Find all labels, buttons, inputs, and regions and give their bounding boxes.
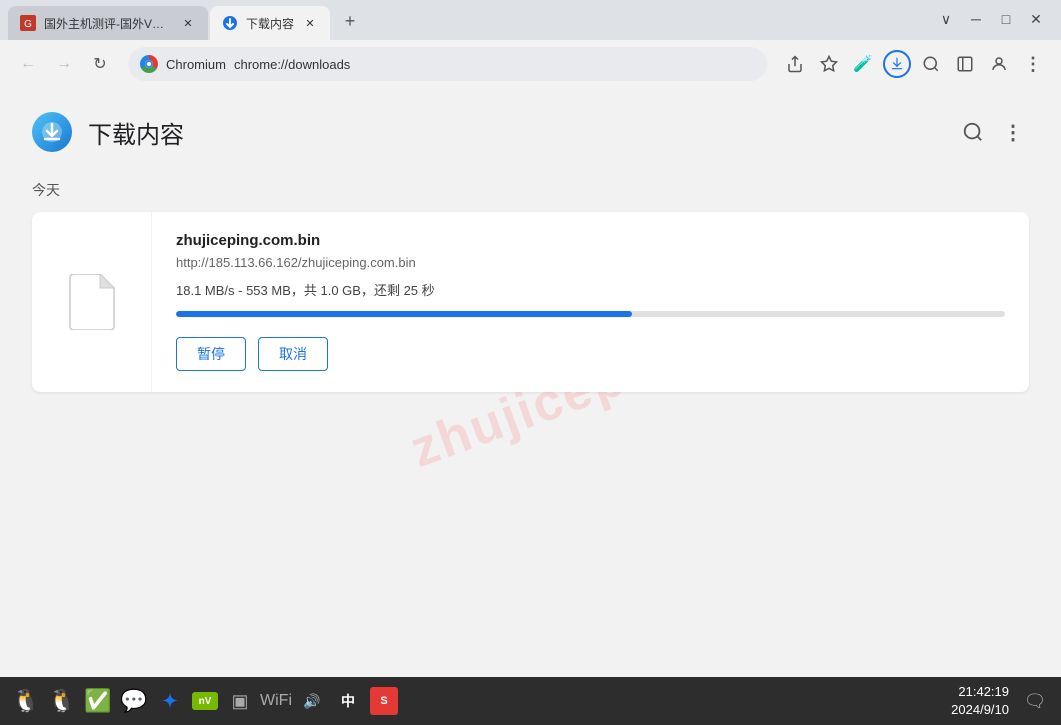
url-text: chrome://downloads <box>234 57 755 72</box>
svg-text:G: G <box>24 19 32 30</box>
minimize-button[interactable]: ─ <box>967 10 985 28</box>
taskbar-icon-sogou[interactable]: S <box>370 687 398 715</box>
section-today-label: 今天 <box>32 180 1029 200</box>
address-bar[interactable]: Chromium chrome://downloads <box>128 47 767 81</box>
tab-inactive-1[interactable]: G 国外主机测评-国外VPS、国... ✕ <box>8 6 208 40</box>
tab1-title: 国外主机测评-国外VPS、国... <box>44 15 172 32</box>
notification-button[interactable]: 🗨 <box>1021 687 1049 715</box>
taskbar-icon-input[interactable]: 中 <box>334 687 362 715</box>
taskbar-icon-penguin1[interactable]: 🐧 <box>12 687 40 715</box>
download-card-content: zhujiceping.com.bin http://185.113.66.16… <box>152 212 1029 392</box>
downloads-page: zhujiceping.com 下载内容 ⋮ 今天 <box>0 88 1061 677</box>
tab-group: G 国外主机测评-国外VPS、国... ✕ 下载内容 ✕ + <box>0 6 921 40</box>
taskbar-icon-nvidia[interactable]: nV <box>192 692 218 710</box>
search-downloads-button[interactable] <box>957 116 989 148</box>
profile-button[interactable] <box>983 48 1015 80</box>
taskbar-icon-bluetooth[interactable]: ✦ <box>156 687 184 715</box>
tab2-favicon <box>222 15 238 31</box>
taskbar-icon-penguin2[interactable]: 🐧 <box>48 687 76 715</box>
taskbar-icon-volume[interactable]: 🔊 <box>298 687 326 715</box>
title-bar: G 国外主机测评-国外VPS、国... ✕ 下载内容 ✕ + ∨ ─ □ ✕ <box>0 0 1061 40</box>
bookmark-button[interactable] <box>813 48 845 80</box>
tab-active-2[interactable]: 下载内容 ✕ <box>210 6 330 40</box>
pause-button[interactable]: 暂停 <box>176 337 246 371</box>
downloads-more-button[interactable]: ⋮ <box>997 116 1029 148</box>
share-button[interactable] <box>779 48 811 80</box>
taskbar-left: 🐧 🐧 ✅ 💬 ✦ nV ▣ WiFi 🔊 中 S <box>12 687 398 715</box>
refresh-button[interactable]: ↻ <box>84 48 116 80</box>
download-status: 18.1 MB/s - 553 MB，共 1.0 GB，还剩 25 秒 <box>176 280 1005 299</box>
download-url: http://185.113.66.162/zhujiceping.com.bi… <box>176 255 1005 270</box>
download-actions: 暂停 取消 <box>176 337 1005 371</box>
restore-button[interactable]: □ <box>997 10 1015 28</box>
tab1-favicon: G <box>20 15 36 31</box>
taskbar-icon-chat[interactable]: 💬 <box>120 687 148 715</box>
cancel-button[interactable]: 取消 <box>258 337 328 371</box>
toolbar-actions: 🧪 ⋮ <box>779 48 1049 80</box>
extensions-button[interactable]: 🧪 <box>847 48 879 80</box>
progress-bar <box>176 311 1005 317</box>
chrome-search-button[interactable] <box>915 48 947 80</box>
taskbar-clock: 21:42:19 2024/9/10 <box>951 683 1009 719</box>
forward-button[interactable]: → <box>48 48 80 80</box>
new-tab-button[interactable]: + <box>336 7 364 35</box>
page-favicon <box>32 112 72 152</box>
browser-brand: Chromium <box>166 57 226 72</box>
taskbar-icon-check[interactable]: ✅ <box>84 687 112 715</box>
more-menu-button[interactable]: ⋮ <box>1017 48 1049 80</box>
tab-search-button[interactable]: ∨ <box>937 10 955 28</box>
chromium-favicon <box>140 55 158 73</box>
close-button[interactable]: ✕ <box>1027 10 1045 28</box>
download-filename: zhujiceping.com.bin <box>176 232 1005 249</box>
taskbar: 🐧 🐧 ✅ 💬 ✦ nV ▣ WiFi 🔊 中 S 21:42:19 2024/… <box>0 677 1061 725</box>
download-card: zhujiceping.com.bin http://185.113.66.16… <box>32 212 1029 392</box>
taskbar-icon-wifi[interactable]: WiFi <box>262 687 290 715</box>
page-title: 下载内容 <box>88 115 184 150</box>
taskbar-right: 21:42:19 2024/9/10 🗨 <box>951 683 1049 719</box>
page-header-actions: ⋮ <box>957 116 1029 148</box>
page-title-wrap: 下载内容 <box>32 112 184 152</box>
window-controls: ∨ ─ □ ✕ <box>921 10 1061 28</box>
tab1-close[interactable]: ✕ <box>180 15 196 31</box>
download-status-button[interactable] <box>881 48 913 80</box>
back-button[interactable]: ← <box>12 48 44 80</box>
toolbar: ← → ↻ Chromium chrome://downloads 🧪 <box>0 40 1061 88</box>
progress-bar-fill <box>176 311 632 317</box>
download-file-icon-wrap <box>32 212 152 392</box>
taskbar-icon-display[interactable]: ▣ <box>226 687 254 715</box>
clock-date: 2024/9/10 <box>951 701 1009 719</box>
sidebar-button[interactable] <box>949 48 981 80</box>
tab2-title: 下载内容 <box>246 15 294 32</box>
tab2-close[interactable]: ✕ <box>302 15 318 31</box>
file-icon <box>68 274 116 330</box>
clock-time: 21:42:19 <box>951 683 1009 701</box>
download-icon <box>883 50 911 78</box>
page-header: 下载内容 ⋮ <box>32 112 1029 152</box>
